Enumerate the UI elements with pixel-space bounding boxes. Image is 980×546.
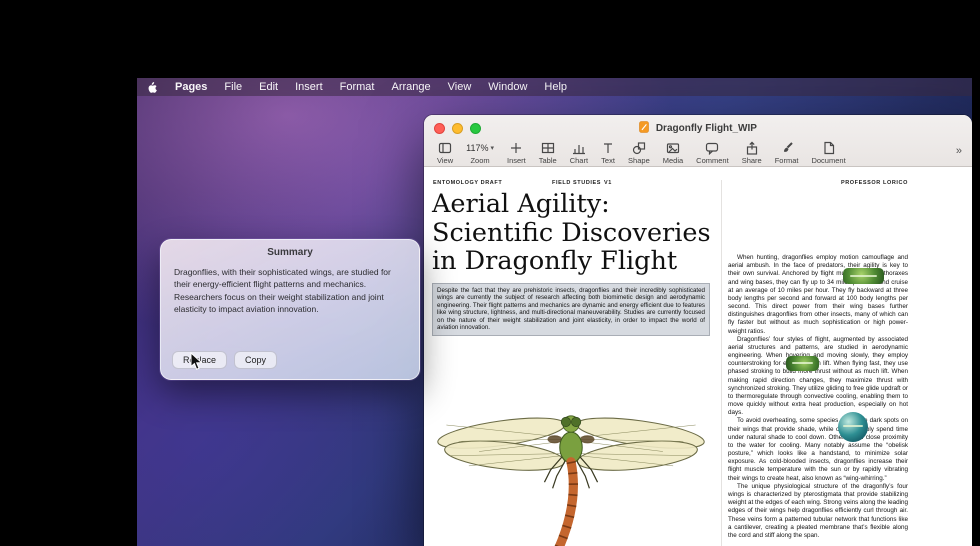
doc-header-right: PROFESSOR LORICO [728, 180, 908, 186]
toolbar-share-button[interactable]: Share [742, 141, 762, 165]
zoom-value: 117% [466, 143, 488, 153]
doc-header-left: ENTOMOLOGY DRAFT [433, 180, 502, 186]
paragraph[interactable]: When hunting, dragonflies employ motion … [728, 254, 908, 336]
dragonfly-illustration[interactable] [428, 394, 714, 546]
pages-document-icon [639, 121, 649, 136]
window-title: Dragonfly Flight_WIP [656, 123, 757, 134]
toolbar-overflow-button[interactable]: » [956, 141, 962, 157]
article-title[interactable]: Aerial Agility: Scientific Discoveries i… [432, 190, 732, 276]
toolbar-format-button[interactable]: Format [775, 141, 799, 165]
menu-item-help[interactable]: Help [544, 81, 567, 93]
table-icon [541, 141, 555, 155]
doc-header-version: V1 [604, 180, 612, 186]
toolbar-shape-button[interactable]: Shape [628, 141, 650, 165]
toolbar-chart-button[interactable]: Chart [570, 141, 588, 165]
format-icon [780, 141, 794, 155]
menu-item-insert[interactable]: Insert [295, 81, 323, 93]
toolbar-media-button[interactable]: Media [663, 141, 683, 165]
paragraph[interactable]: Dragonflies’ four styles of flight, augm… [728, 336, 908, 418]
window-header[interactable]: Dragonfly Flight_WIP View 117% ▾ Zoom [424, 115, 972, 167]
doc-header-center: FIELD STUDIES [552, 180, 601, 186]
dragonfly-silhouette [792, 362, 813, 364]
menu-bar: Pages File Edit Insert Format Arrange Vi… [137, 78, 972, 96]
popup-buttons: Replace Copy [172, 351, 277, 369]
shape-icon [632, 141, 646, 155]
desktop-wallpaper: Pages File Edit Insert Format Arrange Vi… [137, 78, 972, 546]
menu-item-view[interactable]: View [448, 81, 472, 93]
menu-item-file[interactable]: File [224, 81, 242, 93]
window-title-row: Dragonfly Flight_WIP [424, 121, 972, 136]
toolbar-view-button[interactable]: View [437, 141, 453, 165]
pages-window: Dragonfly Flight_WIP View 117% ▾ Zoom [424, 115, 972, 546]
share-icon [745, 141, 759, 155]
insert-icon [509, 141, 523, 155]
copy-button[interactable]: Copy [234, 351, 277, 369]
paragraph[interactable]: To avoid overheating, some species also … [728, 417, 908, 482]
dragonfly-photo-circle[interactable] [838, 412, 868, 442]
toolbar-insert-button[interactable]: Insert [507, 141, 526, 165]
popup-title: Summary [161, 240, 419, 258]
chart-icon [572, 141, 586, 155]
document-canvas[interactable]: ENTOMOLOGY DRAFT FIELD STUDIES V1 PROFES… [424, 168, 972, 546]
toolbar-table-button[interactable]: Table [539, 141, 557, 165]
chevron-down-icon: ▾ [490, 144, 494, 152]
paragraph[interactable]: The unique physiological structure of th… [728, 483, 908, 540]
menu-item-format[interactable]: Format [340, 81, 375, 93]
apple-logo-icon [147, 81, 158, 94]
menu-item-arrange[interactable]: Arrange [391, 81, 430, 93]
comment-icon [705, 141, 719, 155]
toolbar-document-button[interactable]: Document [811, 141, 845, 165]
summary-text: Dragonflies, with their sophisticated wi… [161, 258, 419, 315]
dragonfly-photo-thumbnail[interactable] [843, 268, 884, 284]
apple-menu[interactable] [147, 80, 158, 94]
mouse-cursor [190, 352, 203, 371]
highlighted-selection-paragraph[interactable]: Despite the fact that they are prehistor… [432, 283, 710, 336]
dragonfly-photo-thumbnail[interactable] [786, 356, 819, 371]
toolbar-text-button[interactable]: Text [601, 141, 615, 165]
menu-item-pages[interactable]: Pages [175, 81, 207, 93]
text-icon [601, 141, 615, 155]
body-text-column[interactable]: When hunting, dragonflies employ motion … [728, 254, 908, 546]
menu-item-window[interactable]: Window [488, 81, 527, 93]
view-icon [438, 141, 452, 155]
dragonfly-silhouette [843, 425, 862, 427]
media-icon [666, 141, 680, 155]
menu-item-edit[interactable]: Edit [259, 81, 278, 93]
screen: Pages File Edit Insert Format Arrange Vi… [0, 0, 980, 546]
document-icon [822, 141, 836, 155]
dragonfly-silhouette [850, 275, 876, 277]
column-divider [721, 180, 722, 546]
toolbar-zoom-control[interactable]: 117% ▾ Zoom [466, 141, 494, 165]
toolbar: View 117% ▾ Zoom Insert [424, 139, 972, 167]
toolbar-comment-button[interactable]: Comment [696, 141, 729, 165]
